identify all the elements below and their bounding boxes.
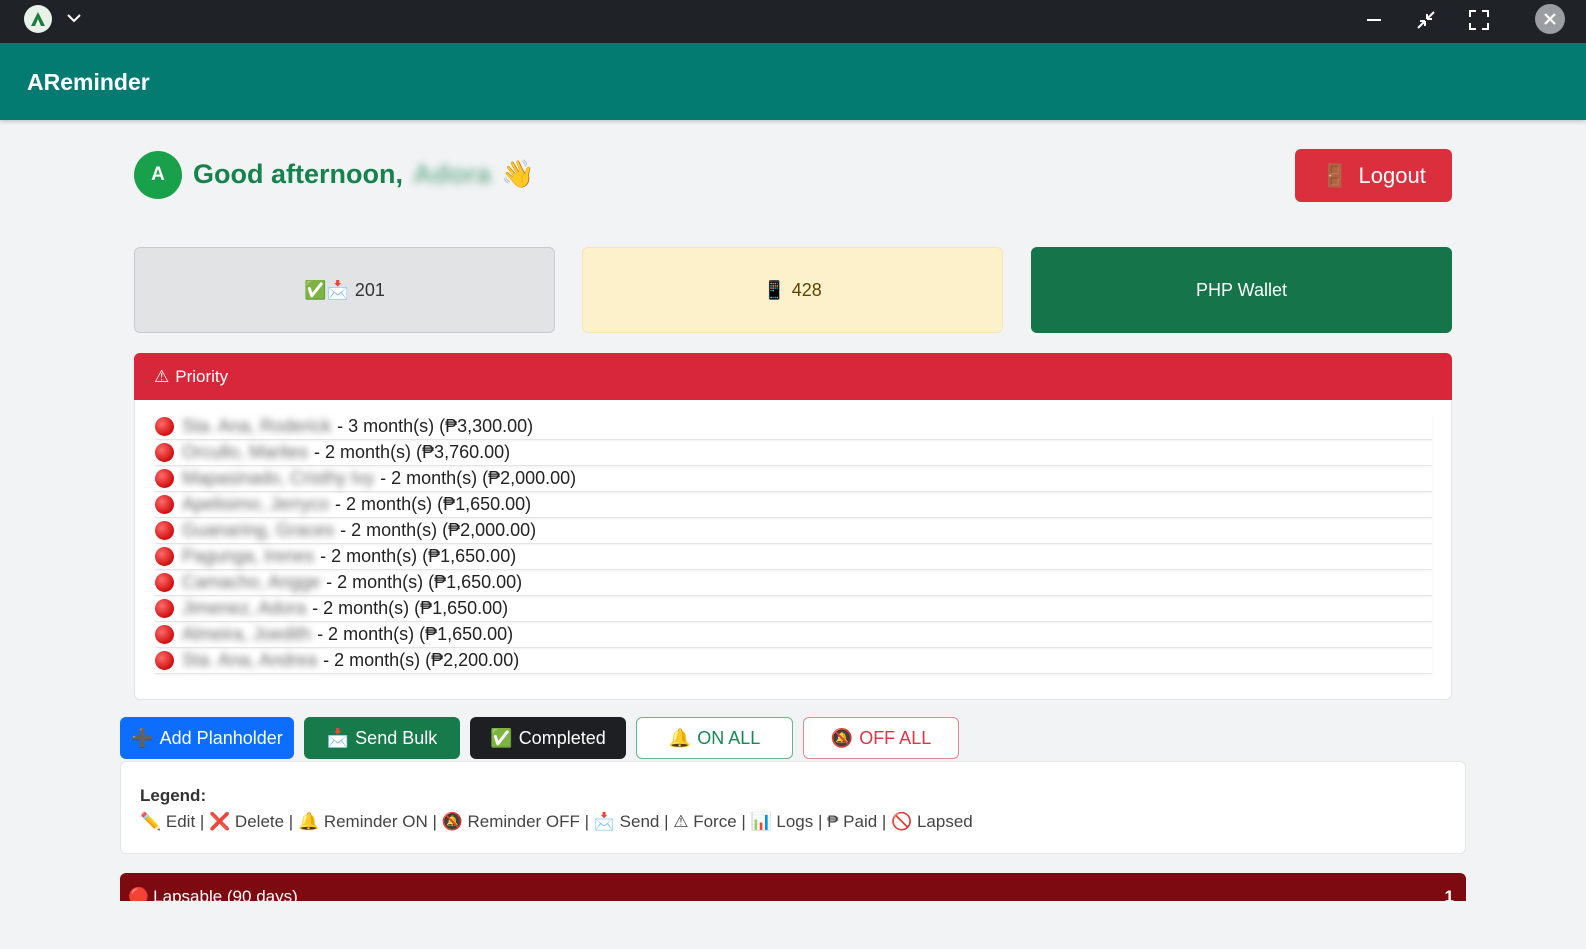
send-bulk-label: Send Bulk [355, 727, 438, 748]
greeting-label: Good afternoon, [193, 158, 403, 189]
wave-icon: 👋 [501, 159, 535, 189]
due-detail: - 2 month(s) (₱1,650.00) [326, 572, 523, 592]
warning-icon: ⚠ [154, 366, 170, 386]
list-item[interactable]: Apelisimo, Jerryco - 2 month(s) (₱1,650.0… [155, 492, 1432, 518]
planholder-name: Almeira, Joedith [182, 624, 312, 644]
due-detail: - 3 month(s) (₱3,300.00) [337, 416, 534, 436]
bell-icon: 🔔 [668, 727, 692, 748]
planholder-name: Mapasinado, Cristhy Ivy [182, 468, 375, 488]
red-circle-icon [155, 547, 174, 566]
minimize-icon[interactable] [1360, 6, 1388, 34]
planholder-name: Sta. Ana, Andrea [182, 650, 318, 670]
phone-icon: 📱 [763, 279, 786, 300]
send-bulk-button[interactable]: 📩 Send Bulk [304, 717, 460, 759]
planholder-name: Pagunga, Irenes [182, 546, 315, 566]
lapsable-title: Lapsable (90 days) [153, 887, 298, 901]
red-circle-icon [155, 495, 174, 514]
phone-count: 428 [791, 279, 822, 300]
shrink-icon[interactable] [1412, 6, 1440, 34]
list-item[interactable]: Pagunga, Irenes - 2 month(s) (₱1,650.00) [155, 544, 1432, 570]
bell-off-icon: 🔕 [830, 727, 854, 748]
list-item[interactable]: Camacho, Angge - 2 month(s) (₱1,650.00) [155, 570, 1432, 596]
list-item[interactable]: Mapasinado, Cristhy Ivy - 2 month(s) (₱2,… [155, 466, 1432, 492]
due-detail: - 2 month(s) (₱1,650.00) [317, 624, 514, 644]
red-circle-icon [155, 521, 174, 540]
fullscreen-icon[interactable] [1465, 6, 1493, 34]
add-planholder-button[interactable]: ➕ Add Planholder [120, 717, 294, 759]
due-detail: - 2 month(s) (₱2,200.00) [323, 650, 520, 670]
due-detail: - 2 month(s) (₱1,650.00) [335, 494, 532, 514]
red-circle-icon [155, 573, 174, 592]
planholder-name: Orcullo, Marites [182, 442, 309, 462]
logout-button[interactable]: 🚪 Logout [1295, 149, 1452, 202]
chevron-down-icon[interactable] [66, 10, 82, 26]
legend-panel: Legend: ✏️ Edit | ❌ Delete | 🔔 Reminder … [120, 761, 1466, 854]
sent-count: 201 [354, 279, 385, 300]
on-all-label: ON ALL [697, 727, 761, 748]
sent-count-card[interactable]: ✅📩 201 [134, 247, 555, 333]
logout-label: Logout [1358, 162, 1426, 188]
lapsable-header[interactable]: 🔴 Lapsable (90 days) 1 [120, 873, 1466, 901]
list-item[interactable]: Jimenez, Adora - 2 month(s) (₱1,650.00) [155, 596, 1432, 622]
priority-list: Sta. Ana, Roderick - 3 month(s) (₱3,300.0… [134, 400, 1452, 700]
off-all-label: OFF ALL [859, 727, 932, 748]
wallet-label: PHP Wallet [1195, 279, 1288, 300]
list-item[interactable]: Guanaring, Graces - 2 month(s) (₱2,000.00… [155, 518, 1432, 544]
priority-title: Priority [175, 366, 229, 386]
on-all-button[interactable]: 🔔 ON ALL [636, 717, 793, 759]
lapsable-label-group: 🔴 Lapsable (90 days) [128, 887, 298, 901]
window-titlebar [0, 0, 1586, 43]
due-detail: - 2 month(s) (₱1,650.00) [320, 546, 517, 566]
due-detail: - 2 month(s) (₱3,760.00) [314, 442, 511, 462]
planholder-name: Camacho, Angge [182, 572, 321, 592]
completed-label: Completed [518, 727, 606, 748]
sent-icon: ✅📩 [304, 279, 349, 300]
planholder-name: Sta. Ana, Roderick [182, 416, 332, 436]
red-circle-icon [155, 417, 174, 436]
priority-header: ⚠ Priority [134, 353, 1452, 400]
avatar: A [134, 151, 182, 199]
wallet-card[interactable]: PHP Wallet [1031, 247, 1452, 333]
completed-button[interactable]: ✅ Completed [470, 717, 626, 759]
app-title: AReminder [27, 69, 150, 95]
red-circle-icon [155, 599, 174, 618]
planholder-name: Guanaring, Graces [182, 520, 335, 540]
due-detail: - 2 month(s) (₱2,000.00) [340, 520, 537, 540]
due-detail: - 2 month(s) (₱2,000.00) [380, 468, 577, 488]
phone-count-card[interactable]: 📱 428 [582, 247, 1003, 333]
due-detail: - 2 month(s) (₱1,650.00) [312, 598, 509, 618]
app-header: AReminder [0, 43, 1586, 120]
check-icon: ✅ [490, 727, 513, 748]
legend-title: Legend: [140, 786, 207, 805]
list-item[interactable]: Orcullo, Marites - 2 month(s) (₱3,760.00) [155, 440, 1432, 466]
door-icon: 🚪 [1321, 162, 1349, 188]
legend-items: ✏️ Edit | ❌ Delete | 🔔 Reminder ON | 🔕 R… [140, 812, 973, 831]
planholder-name: Jimenez, Adora [182, 598, 307, 618]
list-item[interactable]: Almeira, Joedith - 2 month(s) (₱1,650.00) [155, 622, 1432, 648]
envelope-icon: 📩 [326, 727, 350, 748]
red-circle-icon [155, 443, 174, 462]
user-name: Adora [412, 158, 491, 189]
red-circle-icon [155, 625, 174, 644]
off-all-button[interactable]: 🔕 OFF ALL [803, 717, 959, 759]
add-planholder-label: Add Planholder [159, 727, 283, 748]
close-icon[interactable] [1535, 4, 1565, 34]
list-item[interactable]: Sta. Ana, Andrea - 2 month(s) (₱2,200.00) [155, 648, 1432, 674]
greeting-text: Good afternoon, Adora 👋 [193, 158, 535, 190]
red-circle-icon: 🔴 [128, 887, 150, 901]
red-circle-icon [155, 469, 174, 488]
app-logo-icon[interactable] [24, 5, 52, 33]
page-bottom [0, 901, 1586, 949]
lapsable-count: 1 [1444, 887, 1454, 901]
list-item[interactable]: Sta. Ana, Roderick - 3 month(s) (₱3,300.0… [155, 414, 1432, 440]
red-circle-icon [155, 651, 174, 670]
planholder-name: Apelisimo, Jerryco [182, 494, 330, 514]
plus-icon: ➕ [131, 727, 154, 748]
